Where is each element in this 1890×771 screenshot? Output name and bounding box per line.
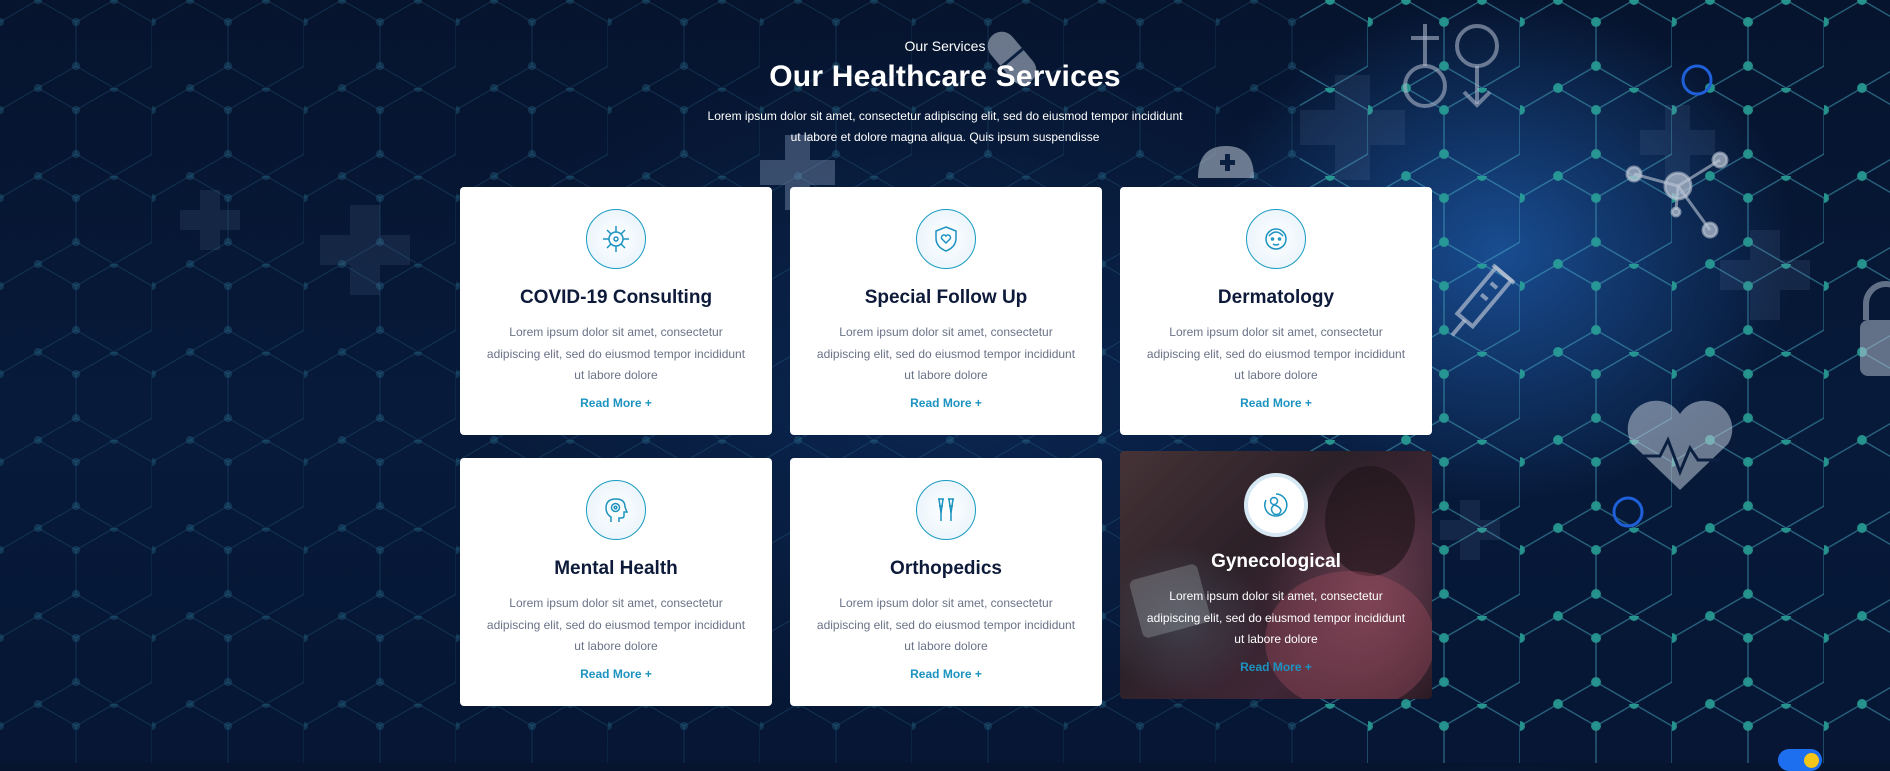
service-title: Gynecological xyxy=(1211,551,1341,572)
read-more-link[interactable]: Read More + xyxy=(1240,660,1312,674)
service-description: Lorem ipsum dolor sit amet, consectetur … xyxy=(1146,325,1406,382)
sun-icon xyxy=(1804,753,1819,768)
read-more-link[interactable]: Read More + xyxy=(580,396,652,410)
section-intro-line-1: Lorem ipsum dolor sit amet, consectetur … xyxy=(707,109,1183,123)
service-card-orthopedics[interactable]: Orthopedics Lorem ipsum dolor sit amet, … xyxy=(790,458,1102,706)
virus-icon xyxy=(586,209,646,269)
read-more-link[interactable]: Read More + xyxy=(910,396,982,410)
service-title: Mental Health xyxy=(554,558,678,579)
service-card-gynecological[interactable]: Gynecological Lorem ipsum dolor sit amet… xyxy=(1120,451,1432,699)
services-grid: COVID-19 Consulting Lorem ipsum dolor si… xyxy=(460,187,1432,707)
service-description: Lorem ipsum dolor sit amet, consectetur … xyxy=(486,596,746,653)
service-description: Lorem ipsum dolor sit amet, consectetur … xyxy=(816,596,1076,653)
service-description: Lorem ipsum dolor sit amet, consectetur … xyxy=(816,325,1076,382)
section-header: Our Services Our Healthcare Services Lor… xyxy=(0,38,1890,148)
fetus-icon xyxy=(1244,473,1308,537)
service-title: COVID-19 Consulting xyxy=(519,287,713,308)
crutches-icon xyxy=(916,480,976,540)
service-card-follow-up[interactable]: Special Follow Up Lorem ipsum dolor sit … xyxy=(790,187,1102,435)
read-more-link[interactable]: Read More + xyxy=(910,667,982,681)
section-eyebrow: Our Services xyxy=(904,38,986,54)
section-intro-line-2: ut labore et dolore magna aliqua. Quis i… xyxy=(790,130,1100,144)
service-description: Lorem ipsum dolor sit amet, consectetur … xyxy=(1146,589,1406,646)
read-more-link[interactable]: Read More + xyxy=(1240,396,1312,410)
service-title: Dermatology xyxy=(1217,287,1335,308)
section-heading: Our Healthcare Services xyxy=(769,60,1121,93)
section-intro: Lorem ipsum dolor sit amet, consectetur … xyxy=(685,106,1205,148)
theme-toggle[interactable] xyxy=(1778,749,1822,771)
shield-icon xyxy=(916,209,976,269)
read-more-link[interactable]: Read More + xyxy=(580,667,652,681)
face-icon xyxy=(1246,209,1306,269)
service-card-covid[interactable]: COVID-19 Consulting Lorem ipsum dolor si… xyxy=(460,187,772,435)
head-brain-icon xyxy=(586,480,646,540)
service-card-mental-health[interactable]: Mental Health Lorem ipsum dolor sit amet… xyxy=(460,458,772,706)
service-description: Lorem ipsum dolor sit amet, consectetur … xyxy=(486,325,746,382)
service-title: Special Follow Up xyxy=(864,287,1028,308)
service-title: Orthopedics xyxy=(890,558,1002,579)
service-card-dermatology[interactable]: Dermatology Lorem ipsum dolor sit amet, … xyxy=(1120,187,1432,435)
